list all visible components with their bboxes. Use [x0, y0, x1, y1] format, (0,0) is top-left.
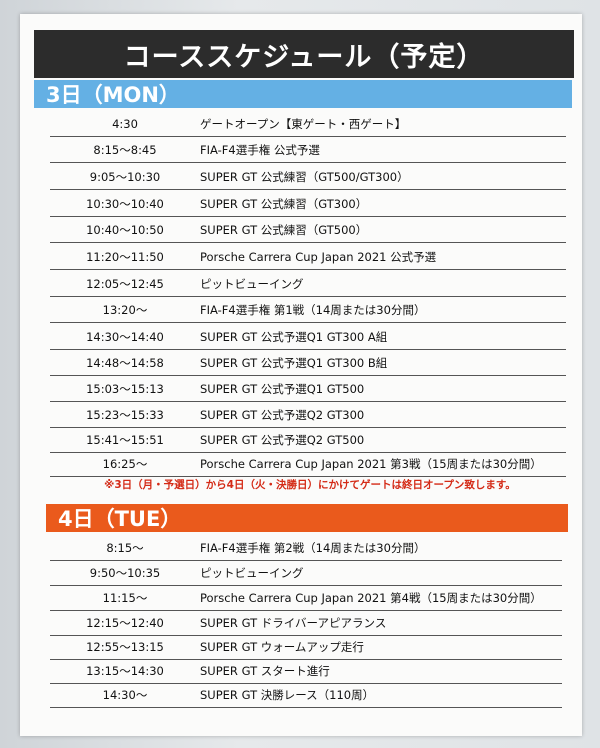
schedule-row: 12:15〜12:40 SUPER GT ドライバーアピアランス [50, 611, 562, 636]
row-time: 13:15〜14:30 [86, 664, 164, 678]
gate-notice: ※3日（月・予選日）から4日（火・決勝日）にかけてゲートは終日オープン致します。 [104, 478, 516, 491]
schedule-poster: コーススケジュール（予定） 3日（MON） 4:30 ゲートオープン【東ゲート・… [20, 14, 582, 736]
day2-header: 4日（TUE） [46, 504, 568, 532]
row-event: SUPER GT 公式練習（GT500） [200, 223, 368, 237]
row-time: 12:55〜13:15 [86, 640, 164, 654]
schedule-row: 12:55〜13:15 SUPER GT ウォームアップ走行 [50, 635, 562, 660]
row-event: Porsche Carrera Cup Japan 2021 第3戦（15周また… [200, 457, 542, 471]
row-time: 12:15〜12:40 [86, 616, 164, 630]
row-event: SUPER GT 決勝レース（110周） [200, 688, 375, 702]
row-event: Porsche Carrera Cup Japan 2021 第4戦（15周また… [200, 591, 542, 605]
row-event: ゲートオープン【東ゲート・西ゲート】 [200, 117, 407, 131]
row-time: 14:48〜14:58 [86, 356, 164, 370]
row-event: FIA-F4選手権 第1戦（14周または30分間） [200, 303, 426, 317]
schedule-row: 10:30〜10:40 SUPER GT 公式練習（GT300） [50, 192, 566, 217]
schedule-row: 15:23〜15:33 SUPER GT 公式予選Q2 GT300 [50, 403, 566, 428]
schedule-row: 15:41〜15:51 SUPER GT 公式予選Q2 GT500 [50, 428, 566, 453]
row-event: SUPER GT 公式予選Q2 GT300 [200, 408, 365, 422]
row-event: Porsche Carrera Cup Japan 2021 公式予選 [200, 250, 437, 264]
schedule-row: 4:30 ゲートオープン【東ゲート・西ゲート】 [50, 112, 566, 137]
row-time: 14:30〜 [102, 688, 148, 702]
schedule-row: 10:40〜10:50 SUPER GT 公式練習（GT500） [50, 218, 566, 243]
schedule-row: 14:48〜14:58 SUPER GT 公式予選Q1 GT300 B組 [50, 351, 566, 376]
row-time: 10:30〜10:40 [86, 197, 164, 211]
row-event: SUPER GT 公式練習（GT500/GT300） [200, 170, 409, 184]
schedule-row: 11:15〜 Porsche Carrera Cup Japan 2021 第4… [50, 586, 562, 611]
row-time: 15:03〜15:13 [86, 382, 164, 396]
row-time: 16:25〜 [102, 457, 148, 471]
schedule-row: 9:05〜10:30 SUPER GT 公式練習（GT500/GT300） [50, 165, 566, 190]
schedule-row: 14:30〜 SUPER GT 決勝レース（110周） [50, 683, 562, 708]
row-event: FIA-F4選手権 第2戦（14周または30分間） [200, 541, 426, 555]
row-time: 9:05〜10:30 [89, 170, 161, 184]
row-time: 15:23〜15:33 [86, 408, 164, 422]
row-time: 13:20〜 [102, 303, 148, 317]
schedule-row: 13:15〜14:30 SUPER GT スタート進行 [50, 659, 562, 684]
row-event: SUPER GT スタート進行 [200, 664, 330, 678]
row-time: 11:20〜11:50 [86, 250, 164, 264]
row-event: SUPER GT ウォームアップ走行 [200, 640, 364, 654]
schedule-row: 14:30〜14:40 SUPER GT 公式予選Q1 GT300 A組 [50, 325, 566, 350]
row-event: ピットビューイング [200, 277, 304, 291]
row-time: 11:15〜 [102, 591, 148, 605]
day1-header: 3日（MON） [34, 80, 572, 108]
schedule-row: 9:50〜10:35 ピットビューイング [50, 561, 562, 586]
row-event: SUPER GT 公式予選Q1 GT300 B組 [200, 356, 388, 370]
schedule-row: 8:15〜 FIA-F4選手権 第2戦（14周または30分間） [50, 536, 562, 561]
row-time: 8:15〜8:45 [93, 143, 157, 157]
row-event: SUPER GT 公式予選Q2 GT500 [200, 433, 365, 447]
schedule-row: 13:20〜 FIA-F4選手権 第1戦（14周または30分間） [50, 298, 566, 323]
row-event: SUPER GT 公式予選Q1 GT500 [200, 382, 365, 396]
row-time: 12:05〜12:45 [86, 277, 164, 291]
schedule-row: 12:05〜12:45 ピットビューイング [50, 272, 566, 297]
row-time: 9:50〜10:35 [89, 566, 161, 580]
row-time: 4:30 [112, 117, 138, 131]
row-time: 14:30〜14:40 [86, 330, 164, 344]
row-event: SUPER GT 公式予選Q1 GT300 A組 [200, 330, 388, 344]
row-time: 8:15〜 [106, 541, 144, 555]
schedule-row: 15:03〜15:13 SUPER GT 公式予選Q1 GT500 [50, 377, 566, 402]
row-time: 10:40〜10:50 [86, 223, 164, 237]
row-event: ピットビューイング [200, 566, 304, 580]
row-event: FIA-F4選手権 公式予選 [200, 143, 320, 157]
row-time: 15:41〜15:51 [86, 433, 164, 447]
poster-title: コーススケジュール（予定） [34, 30, 574, 78]
schedule-row: 11:20〜11:50 Porsche Carrera Cup Japan 20… [50, 245, 566, 270]
row-event: SUPER GT ドライバーアピアランス [200, 616, 387, 630]
row-event: SUPER GT 公式練習（GT300） [200, 197, 368, 211]
schedule-row: 8:15〜8:45 FIA-F4選手権 公式予選 [50, 138, 566, 163]
